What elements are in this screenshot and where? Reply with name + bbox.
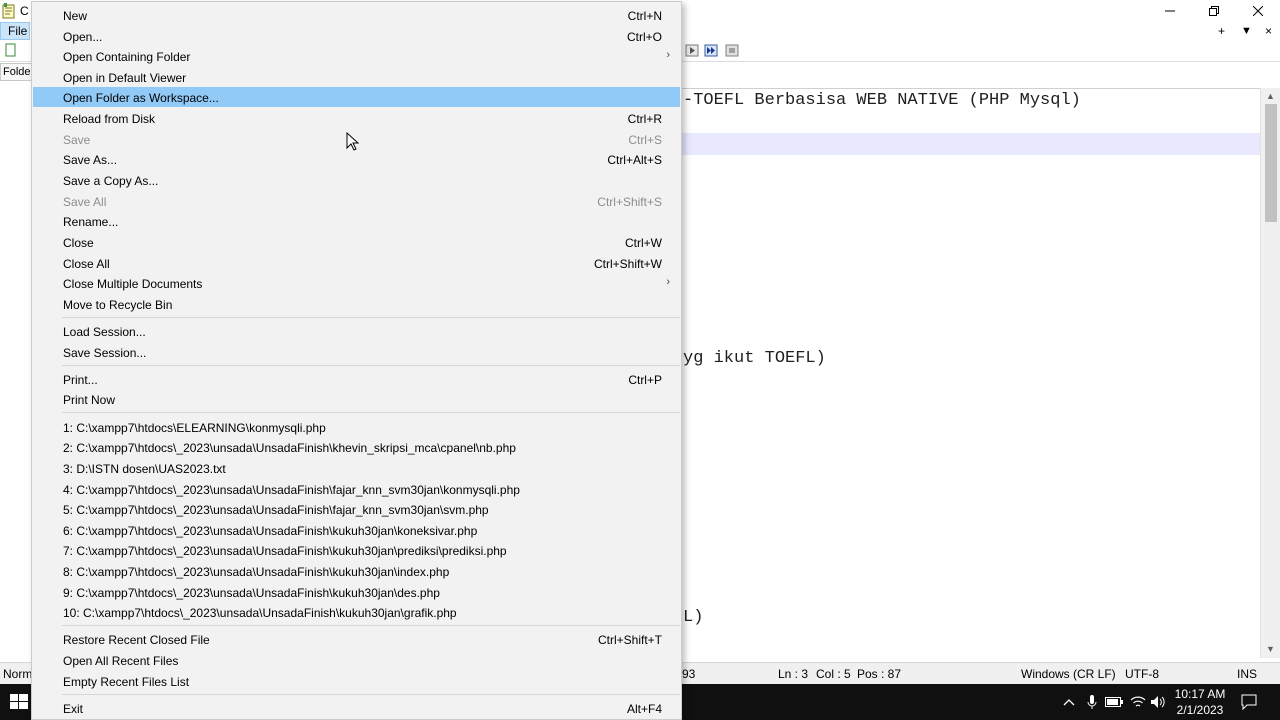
minimize-icon: [1165, 10, 1175, 12]
recent-file-item[interactable]: 3: D:\ISTN dosen\UAS2023.txt: [33, 458, 680, 478]
menu-item-save-all[interactable]: Save All Ctrl+Shift+S: [33, 191, 680, 211]
menu-item-load-session[interactable]: Load Session...: [33, 321, 680, 341]
code-line: L): [683, 608, 704, 627]
taskbar-clock[interactable]: 10:17 AM 2/1/2023: [1170, 686, 1230, 718]
menu-item-rename[interactable]: Rename...: [33, 211, 680, 231]
recent-file-item[interactable]: 7: C:\xampp7\htdocs\_2023\unsada\UnsadaF…: [33, 540, 680, 560]
notepad-plus-plus-icon: [2, 3, 15, 19]
submenu-arrow-icon: ›: [666, 49, 670, 61]
folder-panel-tab[interactable]: Folder: [0, 63, 34, 81]
recent-file-item[interactable]: 4: C:\xampp7\htdocs\_2023\unsada\UnsadaF…: [33, 479, 680, 499]
menu-item-open-in-default-viewer[interactable]: Open in Default Viewer: [33, 67, 680, 87]
restore-icon: [1209, 6, 1219, 16]
new-tab-button[interactable]: +: [1218, 24, 1225, 38]
windows-start-icon[interactable]: [8, 693, 30, 711]
volume-icon[interactable]: [1150, 693, 1168, 711]
recent-file-item[interactable]: 9: C:\xampp7\htdocs\_2023\unsada\UnsadaF…: [33, 582, 680, 602]
status-col: Col : 5: [816, 667, 851, 681]
restore-button[interactable]: [1192, 0, 1236, 22]
status-encoding: UTF-8: [1125, 667, 1159, 681]
minimize-button[interactable]: [1148, 0, 1192, 22]
mouse-cursor-icon: [346, 132, 360, 151]
menu-separator: [62, 625, 680, 626]
menu-item-open-all-recent-files[interactable]: Open All Recent Files: [33, 650, 680, 670]
clock-time: 10:17 AM: [1174, 687, 1226, 701]
window-title: C: [20, 4, 29, 18]
menu-item-reload-from-disk[interactable]: Reload from Disk Ctrl+R: [33, 108, 680, 128]
battery-icon[interactable]: [1105, 693, 1123, 711]
wifi-icon[interactable]: [1129, 693, 1147, 711]
menu-item-restore-recent-closed-file[interactable]: Restore Recent Closed File Ctrl+Shift+T: [33, 629, 680, 649]
code-line: yg ikut TOEFL): [683, 349, 826, 368]
status-eol: Windows (CR LF): [1021, 667, 1116, 681]
menu-item-save-a-copy-as[interactable]: Save a Copy As...: [33, 170, 680, 190]
menu-item-exit[interactable]: Exit Alt+F4: [33, 698, 680, 718]
menu-item-print-now[interactable]: Print Now: [33, 389, 680, 409]
scroll-up-icon[interactable]: ▲: [1266, 91, 1275, 101]
menu-item-move-to-recycle-bin[interactable]: Move to Recycle Bin: [33, 294, 680, 314]
folder-panel: [0, 81, 32, 661]
menu-item-new[interactable]: New Ctrl+N: [33, 5, 680, 25]
status-pos: Pos : 87: [857, 667, 902, 681]
menu-item-close-multiple-documents[interactable]: Close Multiple Documents ›: [33, 273, 680, 293]
menu-item-save-session[interactable]: Save Session...: [33, 342, 680, 362]
scroll-down-icon[interactable]: ▼: [1266, 644, 1275, 654]
menu-item-close-all[interactable]: Close All Ctrl+Shift+W: [33, 253, 680, 273]
recent-file-item[interactable]: 2: C:\xampp7\htdocs\_2023\unsada\UnsadaF…: [33, 437, 680, 457]
play-macro-icon[interactable]: [685, 43, 700, 58]
chevron-up-icon[interactable]: [1060, 693, 1078, 711]
tab-list-button[interactable]: ▼: [1241, 25, 1252, 37]
run-macro-multiple-icon[interactable]: [704, 43, 719, 58]
file-menu[interactable]: File: [0, 22, 30, 40]
status-mode: Norm: [3, 667, 33, 681]
recent-file-item[interactable]: 5: C:\xampp7\htdocs\_2023\unsada\UnsadaF…: [33, 499, 680, 519]
vertical-scrollbar[interactable]: ▲ ▼: [1260, 88, 1280, 658]
recent-file-item[interactable]: 8: C:\xampp7\htdocs\_2023\unsada\UnsadaF…: [33, 561, 680, 581]
menu-separator: [62, 412, 680, 413]
menu-separator: [62, 694, 680, 695]
menu-separator: [62, 365, 680, 366]
close-tab-button[interactable]: ×: [1265, 24, 1272, 38]
menu-item-open-folder-as-workspace[interactable]: Open Folder as Workspace...: [33, 87, 680, 107]
recent-file-item[interactable]: 10: C:\xampp7\htdocs\_2023\unsada\Unsada…: [33, 602, 680, 622]
save-macro-icon[interactable]: [725, 43, 740, 58]
close-window-button[interactable]: [1236, 0, 1280, 22]
notification-icon[interactable]: [1240, 693, 1258, 711]
menu-item-open[interactable]: Open... Ctrl+O: [33, 26, 680, 46]
close-icon: [1253, 6, 1263, 16]
status-ins: INS: [1237, 667, 1258, 681]
menu-item-save-as[interactable]: Save As... Ctrl+Alt+S: [33, 149, 680, 169]
new-file-icon[interactable]: [3, 43, 18, 58]
microphone-icon[interactable]: [1083, 693, 1101, 711]
code-line: -TOEFL Berbasisa WEB NATIVE (PHP Mysql): [683, 91, 1081, 110]
menu-item-print[interactable]: Print... Ctrl+P: [33, 369, 680, 389]
file-dropdown-menu: New Ctrl+N Open... Ctrl+O Open Containin…: [31, 1, 682, 720]
status-length: 93: [682, 667, 696, 681]
submenu-arrow-icon: ›: [666, 276, 670, 288]
menu-item-open-containing-folder[interactable]: Open Containing Folder ›: [33, 46, 680, 66]
status-line: Ln : 3: [778, 667, 809, 681]
recent-file-item[interactable]: 6: C:\xampp7\htdocs\_2023\unsada\UnsadaF…: [33, 520, 680, 540]
recent-file-item[interactable]: 1: C:\xampp7\htdocs\ELEARNING\konmysqli.…: [33, 417, 680, 437]
current-line-highlight: [682, 133, 1260, 155]
scrollbar-thumb[interactable]: [1265, 104, 1277, 222]
menu-separator: [62, 317, 680, 318]
menu-item-close[interactable]: Close Ctrl+W: [33, 232, 680, 252]
menu-item-empty-recent-files-list[interactable]: Empty Recent Files List: [33, 671, 680, 691]
clock-date: 2/1/2023: [1176, 703, 1224, 717]
